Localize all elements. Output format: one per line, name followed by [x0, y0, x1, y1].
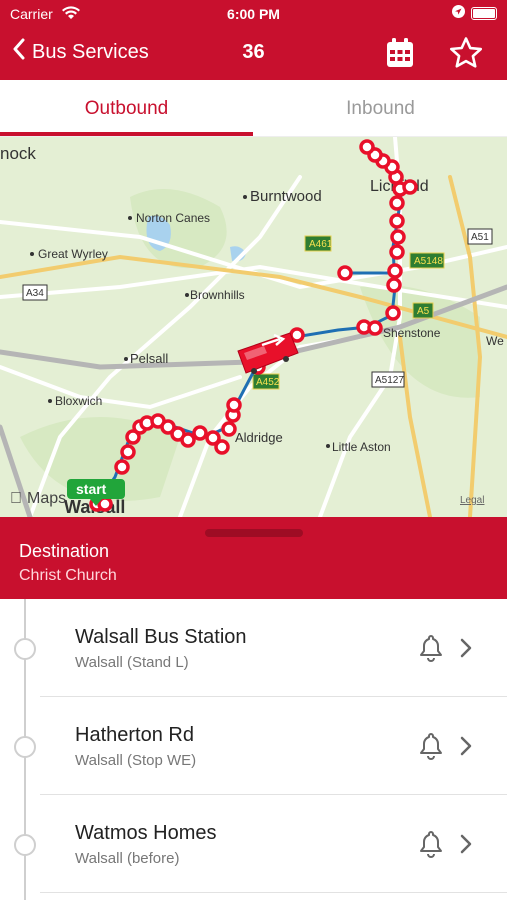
town-dot — [243, 195, 247, 199]
svg-text:Maps: Maps — [27, 490, 66, 507]
stop-marker — [389, 213, 405, 229]
stop-marker — [389, 244, 405, 260]
place-label: Norton Canes — [136, 211, 210, 225]
road-shield: A452 — [256, 377, 280, 388]
stop-marker — [386, 277, 402, 293]
stop-name: Watmos Homes — [75, 822, 217, 844]
stop-marker — [385, 305, 401, 321]
stop-name: Walsall Bus Station — [75, 626, 247, 648]
place-label: Little Aston — [332, 440, 391, 454]
stop-marker — [390, 229, 406, 245]
town-dot — [185, 293, 189, 297]
stop-marker — [389, 195, 405, 211]
stop-marker — [402, 179, 418, 195]
divider — [40, 892, 507, 893]
location-icon — [452, 5, 465, 21]
stop-detail: Walsall (before) — [75, 850, 180, 867]
destination-label: Destination — [19, 541, 110, 561]
stop-marker — [221, 421, 237, 437]
place-label: Brownhills — [190, 288, 245, 302]
timeline-dot — [14, 638, 36, 660]
stop-detail: Walsall (Stand L) — [75, 654, 189, 671]
road-shield: A51 — [471, 232, 489, 243]
destination-value: Christ Church — [19, 567, 117, 584]
nav-bar: Bus Services 36 — [0, 28, 507, 80]
timeline-dot — [14, 736, 36, 758]
stop-marker — [337, 265, 353, 281]
apple-maps-logo:  Maps — [10, 490, 66, 507]
bell-icon[interactable] — [418, 732, 444, 765]
direction-tabs: Outbound Inbound — [0, 80, 507, 137]
place-label: Bloxwich — [55, 394, 102, 408]
destination-panel: Destination Christ Church — [0, 517, 507, 599]
place-label: Great Wyrley — [38, 247, 108, 261]
favorite-star-icon[interactable] — [449, 36, 483, 75]
stop-name: Hatherton Rd — [75, 724, 194, 746]
town-dot — [30, 252, 34, 256]
calendar-icon[interactable] — [386, 38, 414, 73]
apple-logo-icon:  — [10, 490, 22, 507]
legal-link: Legal — [460, 495, 484, 506]
list-item[interactable]: Walsall Bus Station Walsall (Stand L) — [0, 599, 507, 697]
stop-marker — [359, 139, 375, 155]
road-shield: A461 — [309, 239, 333, 250]
chevron-right-icon[interactable] — [460, 736, 472, 761]
status-bar: Carrier 6:00 PM — [0, 0, 507, 28]
stop-marker — [367, 320, 383, 336]
bell-icon[interactable] — [418, 634, 444, 667]
route-number: 36 — [242, 41, 265, 63]
timeline-dot — [14, 834, 36, 856]
place-label: Shenstone — [383, 326, 441, 340]
stop-marker — [114, 459, 130, 475]
road-shield: A5 — [417, 306, 430, 317]
place-label: Burntwood — [250, 188, 322, 205]
road-shield: A34 — [26, 288, 44, 299]
place-label: Aldridge — [235, 430, 283, 445]
town-dot — [48, 399, 52, 403]
svg-text:start: start — [76, 481, 107, 497]
stop-marker — [387, 263, 403, 279]
stop-marker — [120, 444, 136, 460]
town-dot — [128, 216, 132, 220]
list-item[interactable]: Hatherton Rd Walsall (Stop WE) — [0, 697, 507, 795]
town-dot — [326, 444, 330, 448]
tab-inbound[interactable]: Inbound — [254, 80, 507, 136]
route-map[interactable]: nock Burntwood Lichfield Norton Canes Gr… — [0, 137, 507, 517]
battery-icon — [471, 6, 497, 20]
place-label: nock — [0, 144, 36, 163]
drag-handle[interactable] — [205, 529, 303, 537]
stop-marker — [226, 397, 242, 413]
road-shield: A5127 — [375, 375, 404, 386]
stop-detail: Walsall (Stop WE) — [75, 752, 197, 769]
town-dot — [124, 357, 128, 361]
place-label: Pelsall — [130, 351, 168, 366]
stop-marker — [214, 439, 230, 455]
bell-icon[interactable] — [418, 830, 444, 863]
chevron-right-icon[interactable] — [460, 638, 472, 663]
list-item[interactable]: Watmos Homes Walsall (before) — [0, 795, 507, 893]
tab-outbound[interactable]: Outbound — [0, 80, 253, 136]
clock: 6:00 PM — [227, 6, 280, 22]
status-right — [452, 5, 497, 21]
stop-list: Walsall Bus Station Walsall (Stand L) Ha… — [0, 599, 507, 900]
chevron-right-icon[interactable] — [460, 834, 472, 859]
stop-marker — [192, 425, 208, 441]
road-shield: A5148 — [414, 256, 443, 267]
stop-marker — [180, 432, 196, 448]
place-label: We — [486, 334, 504, 348]
